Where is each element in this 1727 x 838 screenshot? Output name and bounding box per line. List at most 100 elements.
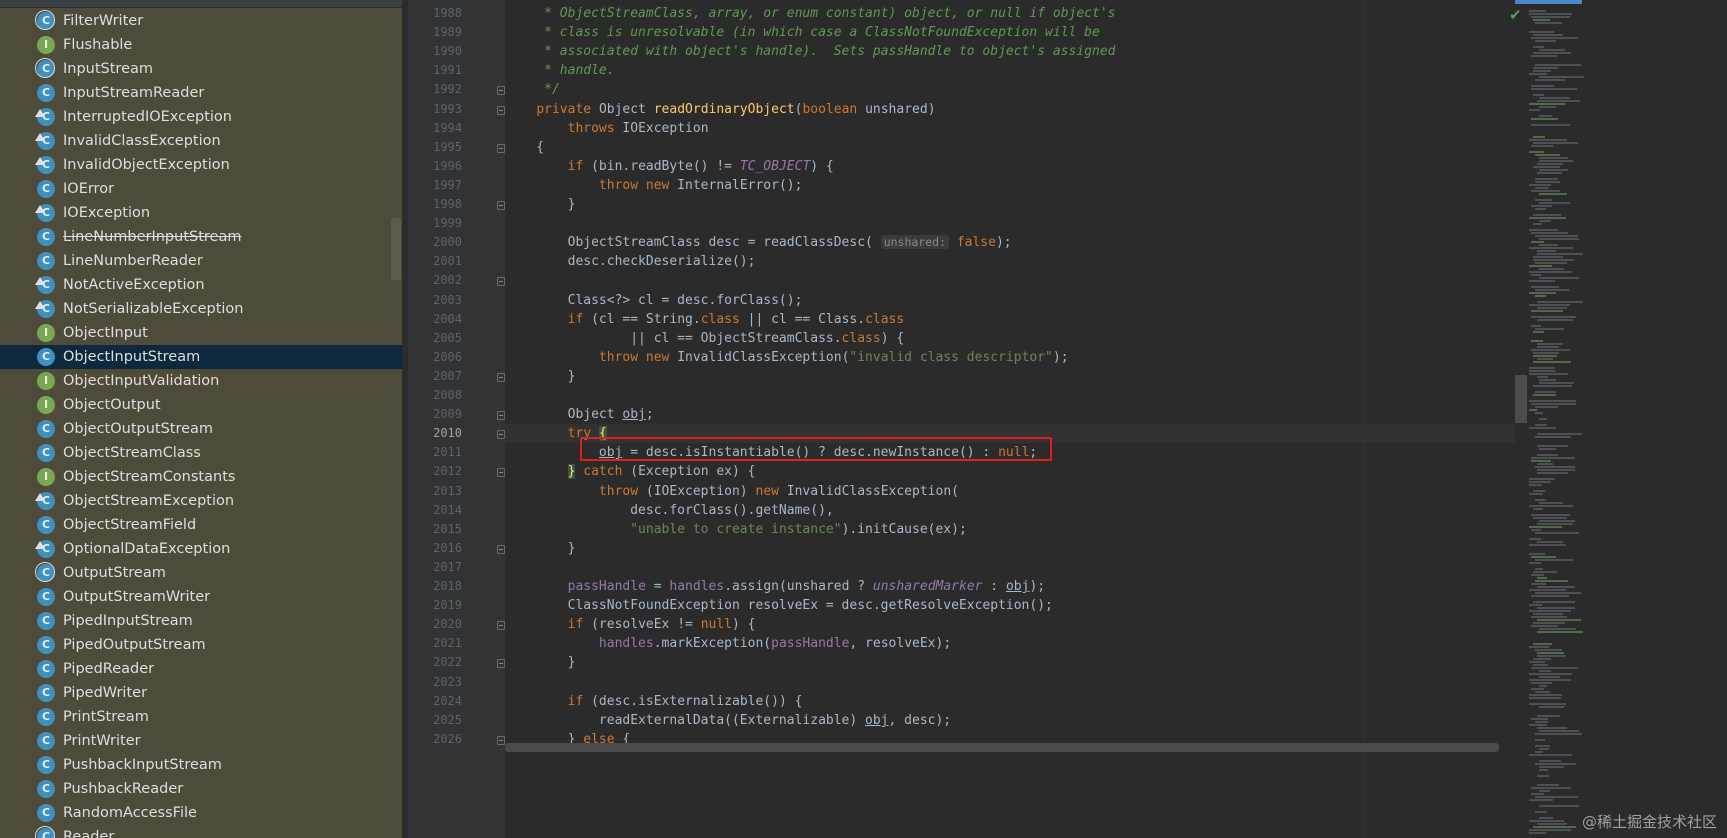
tree-item[interactable]: C InterruptedIOException [0, 105, 402, 129]
tree-item[interactable]: C OutputStream [0, 561, 402, 585]
tree-item[interactable]: C InputStream [0, 57, 402, 81]
tree-item[interactable]: C PipedOutputStream [0, 633, 402, 657]
tree-item[interactable]: C InvalidObjectException [0, 153, 402, 177]
minimap-line [1533, 256, 1563, 258]
code-line[interactable]: readExternalData((Externalizable) obj, d… [505, 711, 951, 730]
code-line[interactable]: private Object readOrdinaryObject(boolea… [505, 100, 935, 119]
code-line[interactable]: throw new InternalError(); [505, 176, 803, 195]
code-token: TC_OBJECT [739, 159, 811, 174]
fold-marker-icon[interactable] [497, 277, 505, 286]
code-line[interactable]: if (desc.isExternalizable()) { [505, 692, 803, 711]
code-line[interactable]: */ [505, 80, 560, 99]
tree-item[interactable]: I Flushable [0, 33, 402, 57]
tree-item[interactable]: C PipedInputStream [0, 609, 402, 633]
class-icon: C [37, 228, 55, 246]
code-line[interactable]: || cl == ObjectStreamClass.class) { [505, 329, 904, 348]
fold-marker-icon[interactable] [497, 144, 505, 153]
tree-item[interactable]: C FilterWriter [0, 9, 402, 33]
tree-item[interactable]: C PipedReader [0, 657, 402, 681]
code-line[interactable]: } [505, 539, 576, 558]
tree-item[interactable]: C PushbackInputStream [0, 753, 402, 777]
fold-marker-icon[interactable] [497, 106, 505, 115]
code-line[interactable]: { [505, 138, 544, 157]
fold-marker-icon[interactable] [497, 621, 505, 630]
tree-item[interactable]: C Reader [0, 825, 402, 838]
code-line[interactable]: * class is unresolvable (in which case a… [505, 23, 1100, 42]
tree-item[interactable]: I ObjectStreamConstants [0, 465, 402, 489]
tree-item[interactable]: C InvalidClassException [0, 129, 402, 153]
fold-marker-icon[interactable] [497, 468, 505, 477]
tree-item[interactable]: C IOException [0, 201, 402, 225]
code-line[interactable]: * associated with object's handle). Sets… [505, 42, 1115, 61]
fold-marker-icon[interactable] [497, 736, 505, 745]
tree-item[interactable]: I ObjectOutput [0, 393, 402, 417]
code-line[interactable]: if (bin.readByte() != TC_OBJECT) { [505, 157, 834, 176]
code-minimap[interactable] [1515, 0, 1727, 838]
code-line[interactable]: if (cl == String.class || cl == Class.cl… [505, 310, 905, 329]
tree-item[interactable]: C OptionalDataException [0, 537, 402, 561]
tree-item[interactable]: C PrintWriter [0, 729, 402, 753]
tree-scrollbar[interactable] [391, 218, 401, 280]
code-line[interactable]: "unable to create instance").initCause(e… [505, 520, 967, 539]
code-line[interactable]: throw (IOException) new InvalidClassExce… [505, 482, 959, 501]
tree-item[interactable]: C ObjectInputStream [0, 345, 402, 369]
minimap-line [1539, 706, 1564, 708]
tree-item[interactable]: C PushbackReader [0, 777, 402, 801]
tree-item[interactable]: C PrintStream [0, 705, 402, 729]
code-line[interactable]: passHandle = handles.assign(unshared ? u… [505, 577, 1045, 596]
code-line[interactable]: if (resolveEx != null) { [505, 615, 756, 634]
tree-item[interactable]: C LineNumberInputStream [0, 225, 402, 249]
code-token: : [982, 579, 1006, 594]
fold-marker-icon[interactable] [497, 430, 505, 439]
code-line[interactable]: desc.forClass().getName(), [505, 501, 834, 520]
tree-item[interactable]: C ObjectStreamException [0, 489, 402, 513]
tree-item[interactable]: C InputStreamReader [0, 81, 402, 105]
tree-item[interactable]: C ObjectOutputStream [0, 417, 402, 441]
fold-marker-icon[interactable] [497, 86, 505, 95]
code-line[interactable]: } [505, 653, 576, 672]
fold-marker-icon[interactable] [497, 411, 505, 420]
tree-item[interactable]: C OutputStreamWriter [0, 585, 402, 609]
code-line[interactable]: ObjectStreamClass desc = readClassDesc( … [505, 233, 1012, 252]
minimap-scroll-thumb[interactable] [1515, 375, 1527, 423]
minimap-line [1529, 229, 1558, 231]
code-line[interactable]: handles.markException(passHandle, resolv… [505, 634, 951, 653]
minimap-line [1535, 181, 1560, 183]
fold-marker-icon[interactable] [497, 545, 505, 554]
code-line[interactable]: desc.checkDeserialize(); [505, 252, 756, 271]
tree-item[interactable]: C NotSerializableException [0, 297, 402, 321]
tree-item[interactable]: C ObjectStreamField [0, 513, 402, 537]
code-line[interactable]: throws IOException [505, 119, 709, 138]
tree-item[interactable]: C RandomAccessFile [0, 801, 402, 825]
tree-item[interactable]: I ObjectInput [0, 321, 402, 345]
code-line[interactable]: * ObjectStreamClass, array, or enum cons… [505, 4, 1115, 23]
code-line[interactable]: Object obj; [505, 405, 654, 424]
minimap-line [1533, 214, 1561, 216]
minimap-line [1531, 325, 1541, 327]
class-icon: C [37, 732, 55, 750]
code-line[interactable]: } catch (Exception ex) { [505, 462, 755, 481]
minimap-line [1539, 277, 1579, 279]
tree-item-label: ObjectStreamField [63, 517, 197, 533]
horizontal-scrollbar[interactable] [505, 743, 1499, 752]
code-token: null [700, 617, 732, 632]
tree-item[interactable]: C ObjectStreamClass [0, 441, 402, 465]
code-line[interactable]: throw new InvalidClassException("invalid… [505, 348, 1069, 367]
code-line[interactable]: * handle. [505, 61, 614, 80]
tree-item[interactable]: C IOError [0, 177, 402, 201]
code-line[interactable]: } [505, 367, 576, 386]
code-line[interactable]: ClassNotFoundException resolveEx = desc.… [505, 596, 1053, 615]
fold-marker-icon[interactable] [497, 659, 505, 668]
tree-item[interactable]: I ObjectInputValidation [0, 369, 402, 393]
minimap-line [1529, 367, 1555, 369]
tree-item[interactable]: C LineNumberReader [0, 249, 402, 273]
fold-marker-icon[interactable] [497, 373, 505, 382]
minimap-line [1531, 118, 1558, 120]
minimap-line [1533, 361, 1571, 363]
code-token: handles [669, 579, 725, 594]
fold-marker-icon[interactable] [497, 201, 505, 210]
tree-item[interactable]: C PipedWriter [0, 681, 402, 705]
code-line[interactable]: } [505, 195, 576, 214]
tree-item[interactable]: C NotActiveException [0, 273, 402, 297]
code-line[interactable]: Class<?> cl = desc.forClass(); [505, 291, 803, 310]
